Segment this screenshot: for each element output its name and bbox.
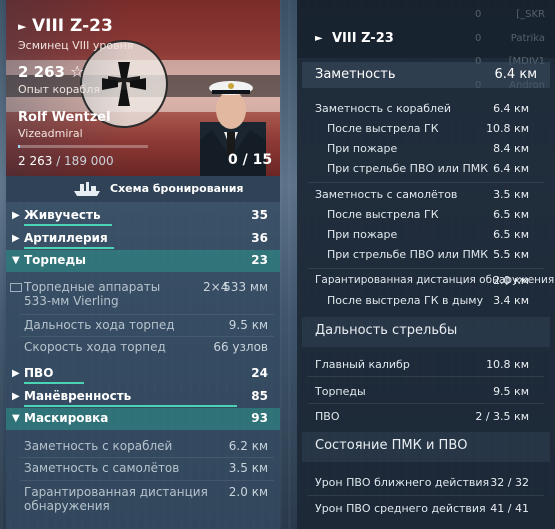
stat-artillery[interactable]: ▶ Артиллерия 36	[6, 228, 280, 250]
stat-torpedoes[interactable]: ▼ Торпеды 23	[6, 250, 280, 272]
conceal-ship-row: Заметность с кораблей 6.2 км	[24, 439, 268, 453]
torpedo-tube-icon	[10, 283, 22, 292]
torpedo-launcher-row: Торпедные аппараты 533-мм Vierling 2×4 5…	[6, 280, 280, 310]
star-icon: ☆	[70, 62, 85, 81]
ghost-player: Patrika	[510, 33, 545, 44]
torpedo-speed-row: Скорость хода торпед 66 узлов	[24, 340, 268, 354]
firing-range-header: Дальность стрельбы	[302, 317, 550, 347]
ship-name: VIII Z-23	[32, 16, 113, 36]
stat-concealment[interactable]: ▼ Маскировка 93	[6, 408, 280, 430]
chevron-right-icon: ▶	[12, 391, 20, 402]
ghost-num: 0	[475, 33, 482, 44]
concealment-tooltip: 0 [_SKR 0 Patrika 0 [MDIV1 0 Andron ► VI…	[297, 0, 555, 529]
ghost-num: 0	[475, 9, 482, 20]
ship-xp-label: Опыт корабля	[18, 83, 100, 96]
commander-xp-bar	[18, 145, 148, 148]
ship-armor-icon	[74, 182, 100, 196]
stat-maneuverability[interactable]: ▶ Манёвренность 85	[6, 386, 280, 408]
stat-bar	[24, 224, 112, 226]
conceal-air-row: Заметность с самолётов 3.5 км	[24, 461, 268, 475]
stat-survivability[interactable]: ▶ Живучесть 35	[6, 205, 280, 227]
ship-stats-list: ▶ Живучесть 35 ▶ Артиллерия 36 ▼ Торпеды…	[6, 202, 280, 529]
ship-xp: 2 263	[18, 63, 65, 81]
commander-name: Rolf Wentzel	[18, 110, 111, 125]
tooltip-ship-name: VIII Z-23	[332, 31, 394, 46]
aa-status-header: Состояние ПМК и ПВО	[302, 432, 550, 462]
chevron-down-icon: ▼	[12, 413, 20, 424]
commander-rank: Vizeadmiral	[18, 127, 83, 140]
stat-bar	[24, 405, 237, 407]
destroyer-class-icon: ►	[315, 33, 323, 44]
stat-bar	[24, 382, 84, 384]
stat-bar	[24, 247, 114, 249]
ship-class: Эсминец VIII уровня	[18, 39, 134, 52]
ship-header: ► VIII Z-23 Эсминец VIII уровня 2 263 ☆ …	[6, 0, 280, 176]
chevron-right-icon: ▶	[12, 368, 20, 379]
conceal-guaranteed-row: Гарантированная дистанция обнаружения 2.…	[24, 485, 268, 513]
chevron-down-icon: ▼	[12, 255, 20, 266]
chevron-right-icon: ▶	[12, 233, 20, 244]
commander-skill-points: 0 / 15	[228, 152, 273, 168]
commander-xp-fill	[18, 145, 20, 148]
armor-scheme-label: Схема бронирования	[110, 182, 244, 195]
commander-xp: 2 263 / 189 000	[18, 154, 114, 168]
ship-info-panel: ► VIII Z-23 Эсминец VIII уровня 2 263 ☆ …	[6, 0, 280, 529]
detectability-summary: Заметность 6.4 км	[302, 62, 550, 88]
stat-aa-defense[interactable]: ▶ ПВО 24	[6, 363, 280, 385]
chevron-right-icon: ▶	[12, 210, 20, 221]
torpedo-range-row: Дальность хода торпед 9.5 км	[24, 318, 268, 332]
ghost-player: [_SKR	[516, 9, 545, 20]
destroyer-class-icon: ►	[18, 20, 27, 33]
armor-scheme-button[interactable]: Схема бронирования	[6, 176, 280, 202]
